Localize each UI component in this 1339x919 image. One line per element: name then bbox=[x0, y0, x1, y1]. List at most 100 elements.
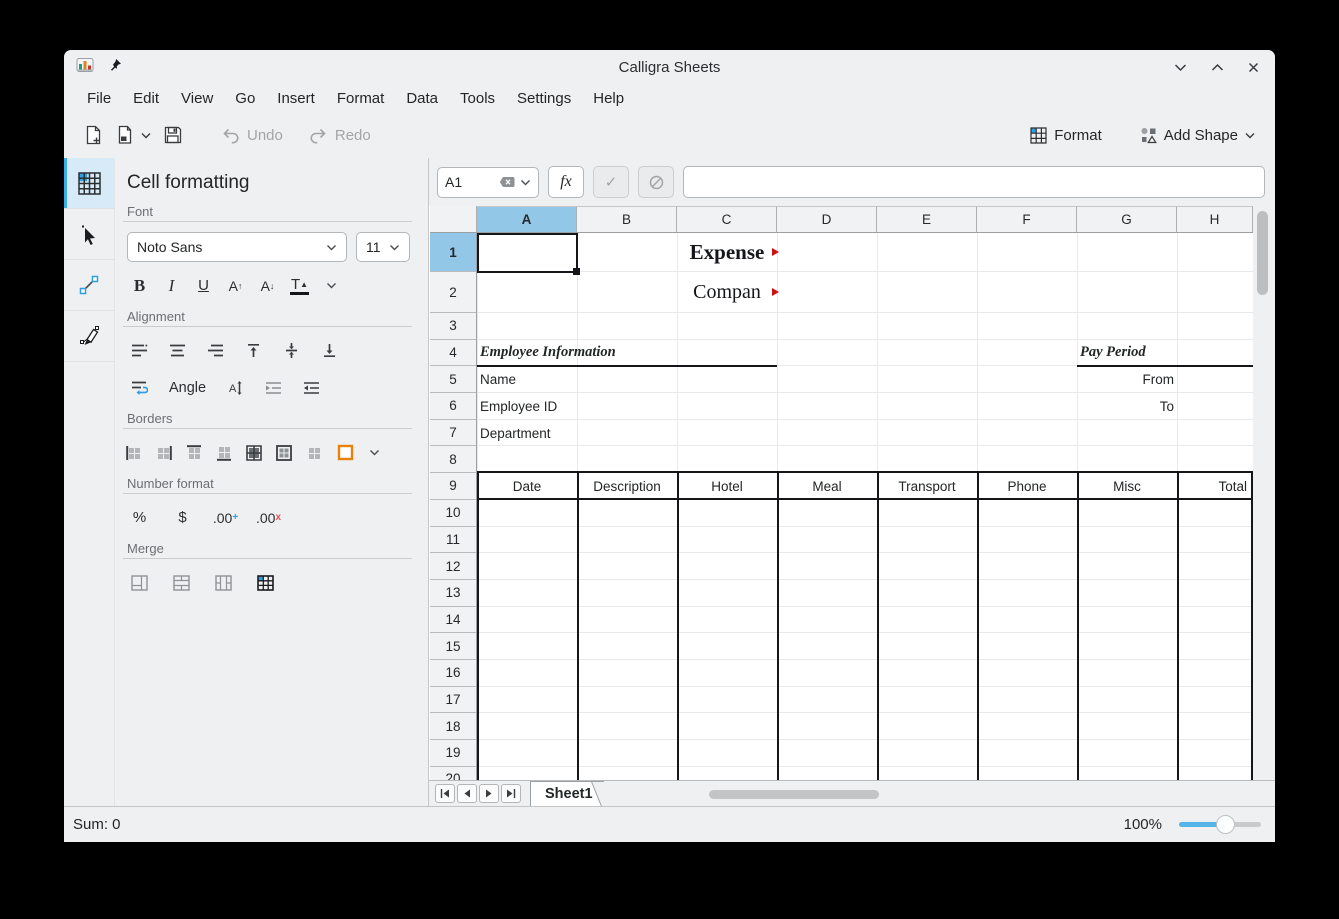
department-cell[interactable]: Department bbox=[480, 420, 551, 447]
border-none-button[interactable] bbox=[305, 439, 323, 466]
row-header-7[interactable]: 7 bbox=[430, 420, 476, 447]
align-top-button[interactable] bbox=[239, 337, 268, 364]
font-family-select[interactable]: Noto Sans bbox=[127, 232, 347, 262]
border-more-chevron[interactable] bbox=[367, 439, 381, 466]
increase-precision-button[interactable]: .00+ bbox=[211, 504, 240, 531]
merge-vertical-button[interactable] bbox=[209, 569, 238, 596]
align-middle-button[interactable] bbox=[277, 337, 306, 364]
align-right-button[interactable] bbox=[201, 337, 230, 364]
border-top-button[interactable] bbox=[185, 439, 203, 466]
border-left-button[interactable] bbox=[125, 439, 143, 466]
vertical-text-button[interactable]: A bbox=[221, 374, 250, 401]
border-right-button[interactable] bbox=[155, 439, 173, 466]
wrap-text-button[interactable] bbox=[125, 374, 154, 401]
chevron-down-icon[interactable] bbox=[520, 179, 531, 186]
align-center-button[interactable] bbox=[163, 337, 192, 364]
menu-item-help[interactable]: Help bbox=[582, 88, 635, 109]
percent-format-button[interactable]: % bbox=[125, 504, 154, 531]
cell-format-tool[interactable] bbox=[64, 158, 114, 209]
row-header-19[interactable]: 19 bbox=[430, 740, 476, 767]
split-cells-button[interactable] bbox=[251, 569, 280, 596]
employee-id-cell[interactable]: Employee ID bbox=[480, 393, 557, 420]
company-cell[interactable]: Compan bbox=[627, 272, 827, 313]
table-header-cell-transport[interactable]: Transport bbox=[877, 473, 977, 500]
border-all-button[interactable] bbox=[245, 439, 263, 466]
menu-item-tools[interactable]: Tools bbox=[449, 88, 506, 109]
menu-item-settings[interactable]: Settings bbox=[506, 88, 582, 109]
fill-handle[interactable] bbox=[573, 268, 580, 275]
formula-input[interactable] bbox=[683, 166, 1265, 198]
grow-font-button[interactable]: A↑ bbox=[221, 272, 250, 299]
row-header-15[interactable]: 15 bbox=[430, 633, 476, 660]
expense-title-cell[interactable]: Expense bbox=[627, 233, 827, 272]
menu-item-file[interactable]: File bbox=[76, 88, 122, 109]
angle-button[interactable]: Angle bbox=[163, 374, 212, 401]
column-header-H[interactable]: H bbox=[1177, 206, 1253, 232]
cancel-button[interactable] bbox=[638, 166, 674, 198]
row-header-14[interactable]: 14 bbox=[430, 607, 476, 634]
table-header-cell-hotel[interactable]: Hotel bbox=[677, 473, 777, 500]
menu-item-view[interactable]: View bbox=[170, 88, 224, 109]
save-button[interactable] bbox=[157, 120, 189, 150]
row-header-17[interactable]: 17 bbox=[430, 687, 476, 714]
row-header-3[interactable]: 3 bbox=[430, 313, 476, 340]
clear-icon[interactable] bbox=[499, 176, 515, 188]
row-header-1[interactable]: 1 bbox=[430, 233, 476, 272]
minimize-icon[interactable] bbox=[1174, 63, 1187, 72]
currency-format-button[interactable]: $ bbox=[168, 504, 197, 531]
open-document-button[interactable] bbox=[109, 120, 157, 150]
format-button[interactable]: Format bbox=[1024, 122, 1108, 149]
increase-indent-button[interactable] bbox=[297, 374, 326, 401]
column-header-A[interactable]: A bbox=[477, 206, 577, 232]
apply-button[interactable]: ✓ bbox=[593, 166, 629, 198]
border-bottom-button[interactable] bbox=[215, 439, 233, 466]
from-cell[interactable]: From bbox=[1077, 366, 1174, 393]
close-icon[interactable] bbox=[1248, 62, 1259, 73]
row-header-13[interactable]: 13 bbox=[430, 580, 476, 607]
pin-icon[interactable] bbox=[108, 58, 122, 77]
menu-item-go[interactable]: Go bbox=[224, 88, 266, 109]
row-header-8[interactable]: 8 bbox=[430, 446, 476, 473]
row-header-4[interactable]: 4 bbox=[430, 340, 476, 367]
table-header-cell-total[interactable]: Total bbox=[1177, 473, 1251, 500]
table-header-cell-meal[interactable]: Meal bbox=[777, 473, 877, 500]
column-header-C[interactable]: C bbox=[677, 206, 777, 232]
menu-item-data[interactable]: Data bbox=[395, 88, 449, 109]
italic-button[interactable]: I bbox=[157, 272, 186, 299]
selection-tool[interactable] bbox=[64, 209, 114, 260]
column-header-E[interactable]: E bbox=[877, 206, 977, 232]
row-header-12[interactable]: 12 bbox=[430, 553, 476, 580]
horizontal-scrollbar-thumb[interactable] bbox=[709, 790, 879, 799]
merge-horizontal-button[interactable] bbox=[167, 569, 196, 596]
column-header-B[interactable]: B bbox=[577, 206, 677, 232]
row-header-2[interactable]: 2 bbox=[430, 272, 476, 313]
undo-button[interactable]: Undo bbox=[215, 122, 289, 149]
font-size-select[interactable]: 11 bbox=[356, 232, 410, 262]
row-header-10[interactable]: 10 bbox=[430, 500, 476, 527]
redo-button[interactable]: Redo bbox=[303, 122, 377, 149]
row-header-18[interactable]: 18 bbox=[430, 713, 476, 740]
column-header-D[interactable]: D bbox=[777, 206, 877, 232]
menu-item-edit[interactable]: Edit bbox=[122, 88, 170, 109]
table-header-cell-phone[interactable]: Phone bbox=[977, 473, 1077, 500]
employee-information-cell[interactable]: Employee Information bbox=[480, 339, 616, 366]
next-sheet-button[interactable] bbox=[479, 784, 499, 803]
merge-cells-button[interactable] bbox=[125, 569, 154, 596]
align-bottom-button[interactable] bbox=[315, 337, 344, 364]
shrink-font-button[interactable]: A↓ bbox=[253, 272, 282, 299]
function-button[interactable]: fx bbox=[548, 166, 584, 198]
cell-reference-combo[interactable]: A1 bbox=[437, 167, 539, 198]
last-sheet-button[interactable] bbox=[501, 784, 521, 803]
cells-area[interactable]: Expense Compan Employee Information Pay … bbox=[477, 233, 1253, 780]
font-more-chevron[interactable] bbox=[317, 272, 346, 299]
menu-item-format[interactable]: Format bbox=[326, 88, 396, 109]
titlebar[interactable]: Calligra Sheets bbox=[64, 50, 1275, 84]
column-header-G[interactable]: G bbox=[1077, 206, 1177, 232]
table-header-cell-misc[interactable]: Misc bbox=[1077, 473, 1177, 500]
name-cell[interactable]: Name bbox=[480, 366, 516, 393]
row-header-9[interactable]: 9 bbox=[430, 473, 476, 500]
maximize-icon[interactable] bbox=[1211, 63, 1224, 72]
selected-cell[interactable] bbox=[477, 233, 578, 273]
underline-button[interactable]: U bbox=[189, 272, 218, 299]
sheet-tab[interactable]: Sheet1 bbox=[530, 781, 604, 806]
